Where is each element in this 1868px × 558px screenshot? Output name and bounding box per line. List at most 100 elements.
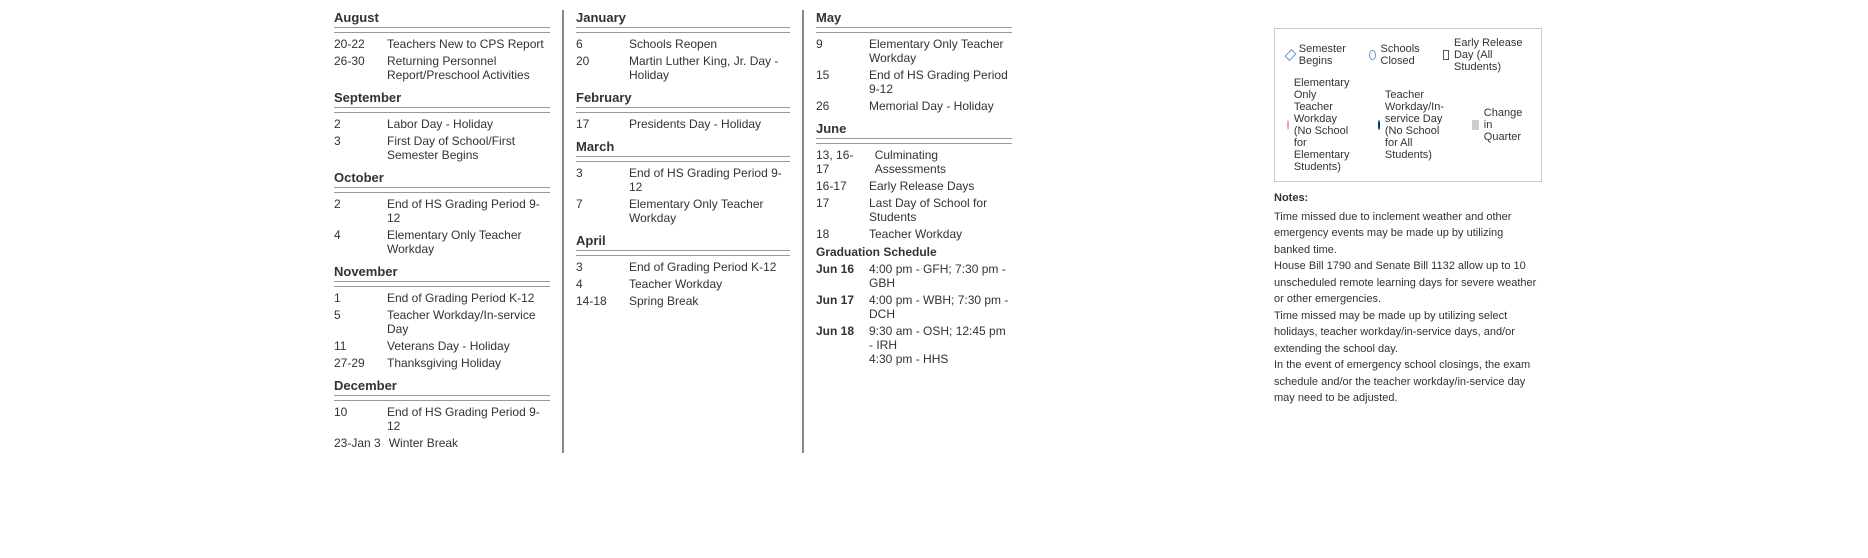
- event-date: 6: [576, 37, 621, 51]
- bottom-wrapper: Semester BeginsSchools ClosedEarly Relea…: [1274, 18, 1542, 453]
- month-header: April: [576, 233, 790, 251]
- event-description: Martin Luther King, Jr. Day - Holiday: [629, 54, 790, 82]
- event-row: 18 Teacher Workday: [816, 227, 1012, 241]
- event-row: 5Teacher Workday/In-service Day: [334, 308, 550, 336]
- grad-row: Jun 17 4:00 pm - WBH; 7:30 pm - DCH: [816, 293, 1012, 321]
- event-row: 3End of Grading Period K-12: [576, 260, 790, 274]
- event-row: 6 Schools Reopen: [576, 37, 790, 51]
- event-row: 17Presidents Day - Holiday: [576, 117, 790, 131]
- event-date: 1: [334, 291, 379, 305]
- event-description: Winter Break: [389, 436, 458, 450]
- event-description: Teacher Workday: [869, 227, 962, 241]
- month-header: February: [576, 90, 790, 108]
- event-row: 15End of HS Grading Period 9-12: [816, 68, 1012, 96]
- event-description: Elementary Only Teacher Workday: [387, 228, 550, 256]
- month-header: June: [816, 121, 1012, 139]
- event-date: 23-Jan 3: [334, 436, 381, 450]
- event-date: 26: [816, 99, 861, 113]
- graduation-header: Graduation Schedule: [816, 245, 1012, 259]
- event-date: 3: [576, 166, 621, 180]
- event-row: 11 Veterans Day - Holiday: [334, 339, 550, 353]
- rect-gray-icon: [1472, 120, 1479, 130]
- event-date: 4: [576, 277, 621, 291]
- event-date: 16-17: [816, 179, 861, 193]
- event-description: End of HS Grading Period 9-12: [387, 197, 550, 225]
- month-header: March: [576, 139, 790, 157]
- legend-section: Semester BeginsSchools ClosedEarly Relea…: [1274, 28, 1542, 182]
- event-description: Last Day of School for Students: [869, 196, 1012, 224]
- event-date: 13, 16-17: [816, 148, 867, 176]
- right-panel: May 9 Elementary Only Teacher Workday 15End…: [804, 10, 1024, 453]
- event-row: 2 End of HS Grading Period 9-12: [334, 197, 550, 225]
- event-date: 27-29: [334, 356, 379, 370]
- main-layout: August20-22Teachers New to CPS Report26-…: [334, 10, 1024, 453]
- event-row: 10End of HS Grading Period 9-12: [334, 405, 550, 433]
- note-line: Time missed may be made up by utilizing …: [1274, 308, 1542, 358]
- event-date: 3: [334, 134, 379, 148]
- event-description: End of HS Grading Period 9-12: [387, 405, 550, 433]
- event-row: 2 Labor Day - Holiday: [334, 117, 550, 131]
- grad-row: Jun 189:30 am - OSH; 12:45 pm - IRH 4:30…: [816, 324, 1012, 366]
- legend-item: Elementary Only Teacher Workday (No Scho…: [1287, 77, 1358, 173]
- circle-outline-icon: [1369, 50, 1375, 60]
- legend-label: Schools Closed: [1381, 43, 1424, 67]
- event-description: Labor Day - Holiday: [387, 117, 493, 131]
- event-row: 17 Last Day of School for Students: [816, 196, 1012, 224]
- event-row: 23-Jan 3 Winter Break: [334, 436, 550, 450]
- event-row: 27-29 Thanksgiving Holiday: [334, 356, 550, 370]
- event-description: Memorial Day - Holiday: [869, 99, 994, 113]
- event-row: 9 Elementary Only Teacher Workday: [816, 37, 1012, 65]
- note-line: In the event of emergency school closing…: [1274, 357, 1542, 407]
- event-description: Culminating Assessments: [875, 148, 1012, 176]
- grad-date: Jun 16: [816, 262, 861, 276]
- event-date: 2: [334, 197, 379, 211]
- circle-darkblue-icon: [1378, 120, 1380, 130]
- note-line: House Bill 1790 and Senate Bill 1132 all…: [1274, 258, 1542, 308]
- notes-title: Notes:: [1274, 190, 1542, 207]
- event-row: 26 Memorial Day - Holiday: [816, 99, 1012, 113]
- month-header: December: [334, 378, 550, 396]
- event-description: Elementary Only Teacher Workday: [869, 37, 1012, 65]
- event-row: 26-30Returning Personnel Report/Preschoo…: [334, 54, 550, 82]
- grad-date: Jun 18: [816, 324, 861, 338]
- event-row: 4 Elementary Only Teacher Workday: [334, 228, 550, 256]
- legend-label: Elementary Only Teacher Workday (No Scho…: [1294, 77, 1358, 173]
- event-description: End of HS Grading Period 9-12: [629, 166, 790, 194]
- event-row: 20Martin Luther King, Jr. Day - Holiday: [576, 54, 790, 82]
- legend-row: Semester BeginsSchools ClosedEarly Relea…: [1287, 37, 1529, 73]
- legend-label: Change in Quarter: [1484, 107, 1530, 143]
- event-date: 11: [334, 339, 379, 353]
- event-description: First Day of School/First Semester Begin…: [387, 134, 550, 162]
- grad-description: 4:00 pm - WBH; 7:30 pm - DCH: [869, 293, 1012, 321]
- event-row: 20-22Teachers New to CPS Report: [334, 37, 550, 51]
- event-date: 3: [576, 260, 621, 274]
- event-date: 17: [816, 196, 861, 210]
- square-outline-icon: [1443, 50, 1449, 60]
- event-description: Thanksgiving Holiday: [387, 356, 501, 370]
- event-description: Spring Break: [629, 294, 698, 308]
- event-row: 14-18Spring Break: [576, 294, 790, 308]
- event-date: 9: [816, 37, 861, 51]
- legend-item: Semester Begins: [1287, 43, 1349, 67]
- event-description: Elementary Only Teacher Workday: [629, 197, 790, 225]
- page-wrapper: August20-22Teachers New to CPS Report26-…: [334, 10, 1534, 453]
- event-date: 7: [576, 197, 621, 211]
- month-header: May: [816, 10, 1012, 28]
- event-description: Schools Reopen: [629, 37, 717, 51]
- legend-item: Change in Quarter: [1472, 107, 1530, 143]
- event-date: 4: [334, 228, 379, 242]
- grad-row: Jun 164:00 pm - GFH; 7:30 pm - GBH: [816, 262, 1012, 290]
- event-row: 16-17Early Release Days: [816, 179, 1012, 193]
- grad-date: Jun 17: [816, 293, 861, 307]
- event-date: 18: [816, 227, 861, 241]
- event-date: 2: [334, 117, 379, 131]
- notes-section: Notes: Time missed due to inclement weath…: [1274, 190, 1542, 407]
- event-description: End of HS Grading Period 9-12: [869, 68, 1012, 96]
- event-description: Veterans Day - Holiday: [387, 339, 510, 353]
- legend-row: Elementary Only Teacher Workday (No Scho…: [1287, 77, 1529, 173]
- event-date: 5: [334, 308, 379, 322]
- event-description: Teacher Workday: [629, 277, 722, 291]
- note-line: Time missed due to inclement weather and…: [1274, 209, 1542, 259]
- event-description: Teachers New to CPS Report: [387, 37, 544, 51]
- legend-label: Teacher Workday/In-service Day (No Schoo…: [1385, 89, 1452, 161]
